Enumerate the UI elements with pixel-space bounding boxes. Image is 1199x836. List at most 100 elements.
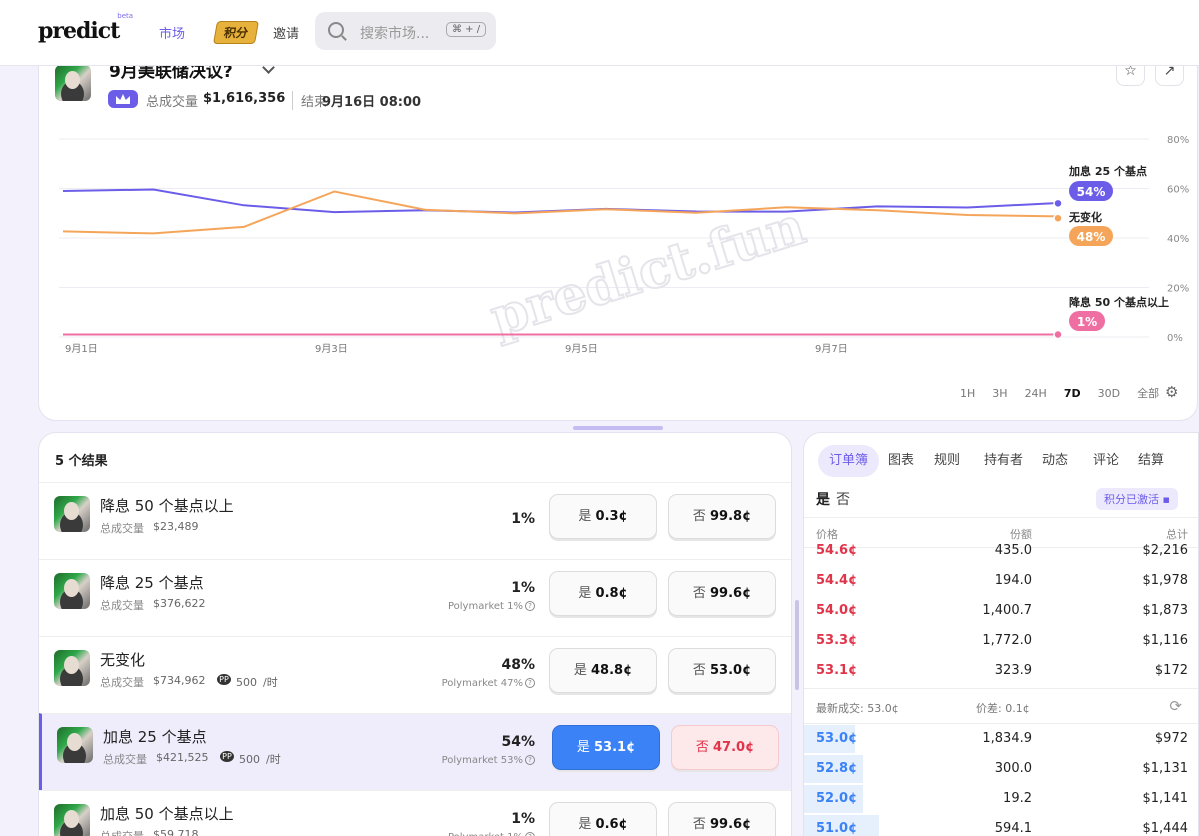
series-end-point — [1053, 198, 1063, 209]
buy-no-button[interactable]: 否 47.0¢ — [671, 725, 779, 770]
outcome-name: 加息 25 个基点 — [103, 728, 207, 746]
info-icon[interactable]: ? — [525, 832, 535, 836]
order-total: $1,116 — [1142, 633, 1189, 648]
search-input[interactable]: 搜索市场... ⌘ + / — [315, 12, 496, 50]
order-total: $1,141 — [1142, 791, 1189, 806]
order-total: $1,444 — [1142, 821, 1189, 836]
refresh-icon[interactable]: ⟳ — [1169, 697, 1182, 715]
order-price: 54.0¢ — [816, 603, 858, 618]
watermark: predict.fun — [484, 195, 812, 348]
order-shares: 323.9 — [994, 663, 1032, 678]
tab-6[interactable]: 结算 — [1138, 445, 1164, 477]
bid-row[interactable]: 52.0¢ 19.2 $1,141 — [804, 784, 1198, 814]
bid-row[interactable]: 51.0¢ 594.1 $1,444 — [804, 814, 1198, 836]
order-shares: 194.0 — [994, 573, 1032, 588]
points-icon: PP — [217, 674, 231, 685]
outcome-probability: 1% — [511, 811, 535, 827]
info-icon[interactable]: ? — [525, 601, 535, 611]
order-shares: 594.1 — [994, 821, 1032, 836]
last-trade: 最新成交: 53.0¢ — [816, 702, 899, 715]
resize-handle[interactable] — [573, 426, 663, 430]
x-tick-label: 9月5日 — [565, 343, 598, 355]
buy-yes-button[interactable]: 是 48.8¢ — [549, 648, 657, 693]
ask-row[interactable]: 54.4¢ 194.0 $1,978 — [804, 566, 1198, 596]
toggle-no[interactable]: 否 — [836, 492, 850, 508]
buy-no-button[interactable]: 否 99.6¢ — [668, 571, 776, 616]
order-shares: 435.0 — [994, 543, 1032, 558]
ask-row[interactable]: 53.1¢ 323.9 $172 — [804, 656, 1198, 686]
scrollbar[interactable] — [795, 600, 799, 690]
ask-row[interactable]: 54.6¢ 435.0 $2,216 — [804, 536, 1198, 566]
outcome-row[interactable]: 降息 50 个基点以上 总成交量 $23,489 1% 是 0.3¢ 否 99.8¢ — [39, 482, 791, 559]
outcome-points: 500/时 — [239, 753, 281, 766]
buy-no-button[interactable]: 否 53.0¢ — [668, 648, 776, 693]
nav-invite[interactable]: 邀请 — [273, 23, 299, 42]
buy-no-button[interactable]: 否 99.8¢ — [668, 494, 776, 539]
search-icon — [328, 22, 344, 38]
outcome-row[interactable]: 无变化 总成交量 $734,962 PP 500/时 48% Polymarket 47%?… — [39, 636, 791, 713]
outcome-volume-label: 总成交量 — [100, 599, 144, 612]
tab-4[interactable]: 动态 — [1042, 445, 1068, 477]
buy-yes-button[interactable]: 是 0.3¢ — [549, 494, 657, 539]
series-line — [62, 190, 1059, 235]
market-chart-card: 9月美联储决议? 总成交量 $1,616,356 结束 9月16日 08:00 … — [38, 50, 1198, 421]
price-chart: 80% 60% 40% 20% 0% 9月1日 9月3日 9月5日 9月7日predict.fu… — [59, 135, 1189, 355]
range-tabs: 1H 3H 24H 7D 30D 全部 — [960, 385, 1176, 401]
range-tab-3h[interactable]: 3H — [992, 387, 1007, 400]
outcome-volume: $23,489 — [153, 520, 199, 533]
nav-market[interactable]: 市场 — [159, 23, 185, 42]
outcome-points: 500/时 — [236, 676, 278, 689]
logo[interactable]: predictbeta — [38, 12, 135, 44]
outcome-name: 加息 50 个基点以上 — [100, 805, 234, 823]
series-value-label: 48% — [1077, 230, 1106, 244]
y-tick-label: 80% — [1167, 135, 1189, 146]
order-price: 52.8¢ — [816, 761, 858, 776]
outcome-probability: 48% — [501, 657, 535, 673]
bid-row[interactable]: 53.0¢ 1,834.9 $972 — [804, 724, 1198, 754]
order-price: 53.0¢ — [816, 731, 858, 746]
order-total: $172 — [1154, 663, 1188, 678]
range-tab-全部[interactable]: 全部 — [1137, 387, 1159, 400]
ask-row[interactable]: 53.3¢ 1,772.0 $1,116 — [804, 626, 1198, 656]
buy-no-button[interactable]: 否 99.6¢ — [668, 802, 776, 836]
order-shares: 300.0 — [994, 761, 1032, 776]
info-icon[interactable]: ? — [525, 755, 535, 765]
tab-5[interactable]: 评论 — [1093, 445, 1119, 477]
ask-row[interactable]: 54.0¢ 1,400.7 $1,873 — [804, 596, 1198, 626]
series-end-point — [1053, 213, 1063, 223]
polymarket-reference: Polymarket 1%? — [448, 601, 535, 612]
outcome-volume: $59,718 — [153, 828, 199, 836]
toggle-yes[interactable]: 是 — [816, 492, 830, 508]
gear-icon[interactable]: ⚙ — [1165, 383, 1178, 401]
yes-no-toggle[interactable]: 是否 — [816, 489, 856, 509]
outcome-row[interactable]: 加息 25 个基点 总成交量 $421,525 PP 500/时 54% Polymarke… — [39, 713, 791, 790]
tab-3[interactable]: 持有者 — [984, 445, 1023, 477]
nav-points[interactable]: 积分 — [212, 21, 260, 44]
spread-value: 价差: 0.1¢ — [976, 702, 1030, 715]
buy-yes-button[interactable]: 是 53.1¢ — [552, 725, 660, 770]
outcome-volume-label: 总成交量 — [103, 753, 147, 766]
info-icon[interactable]: ? — [525, 678, 535, 688]
range-tab-7d[interactable]: 7D — [1064, 387, 1081, 400]
outcome-row[interactable]: 加息 50 个基点以上总成交量 $59,718 1% Polymarket 1%? 是 … — [39, 790, 791, 836]
order-price: 53.3¢ — [816, 633, 858, 648]
order-price: 54.4¢ — [816, 573, 858, 588]
tab-2[interactable]: 规则 — [934, 445, 960, 477]
y-tick-label: 40% — [1167, 234, 1189, 245]
order-book-panel: 订单簿 图表 规则 持有者 动态 评论 结算 是否 积分已激活 ▪ 价格 份额 总计 54.… — [803, 432, 1199, 836]
buy-yes-button[interactable]: 是 0.8¢ — [549, 571, 657, 616]
order-price: 51.0¢ — [816, 821, 858, 836]
bid-row[interactable]: 52.8¢ 300.0 $1,131 — [804, 754, 1198, 784]
series-value-label: 1% — [1077, 315, 1097, 329]
range-tab-24h[interactable]: 24H — [1025, 387, 1047, 400]
outcome-row[interactable]: 降息 25 个基点 总成交量 $376,622 1% Polymarket 1%? 是 0… — [39, 559, 791, 636]
x-tick-label: 9月7日 — [815, 343, 848, 355]
buy-yes-button[interactable]: 是 0.6¢ — [549, 802, 657, 836]
series-name: 加息 25 个基点 — [1068, 164, 1147, 178]
tab-1[interactable]: 图表 — [888, 445, 914, 477]
range-tab-30d[interactable]: 30D — [1098, 387, 1120, 400]
tab-0[interactable]: 订单簿 — [818, 445, 880, 477]
range-tab-1h[interactable]: 1H — [960, 387, 975, 400]
y-tick-label: 20% — [1167, 284, 1189, 295]
outcome-volume: $734,962 — [153, 674, 206, 687]
